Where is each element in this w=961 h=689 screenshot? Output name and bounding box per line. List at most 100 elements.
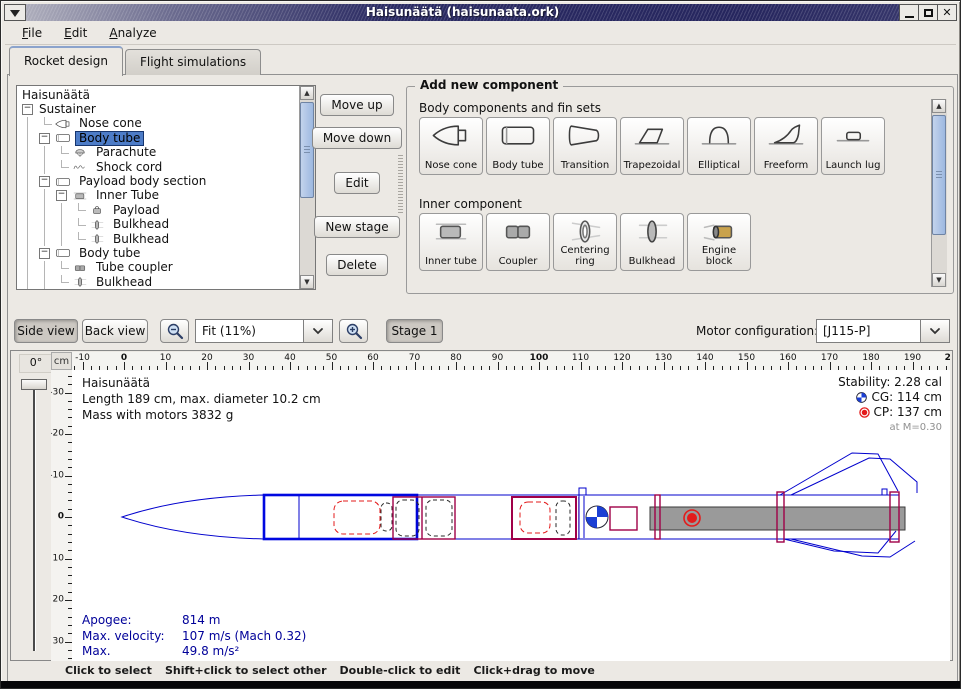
splitter-handle[interactable] (398, 155, 403, 215)
tree-item-haisunäätä[interactable]: Haisunäätä (19, 88, 298, 102)
ruler-label: 70 (409, 353, 420, 363)
add-body-tube-button[interactable]: Body tube (486, 117, 550, 175)
component-scrollbar-thumb[interactable] (932, 115, 946, 235)
delete-button[interactable]: Delete (326, 254, 387, 276)
back-view-button[interactable]: Back view (82, 319, 148, 343)
new-stage-button[interactable]: New stage (314, 216, 399, 238)
stage-1-toggle[interactable]: Stage 1 (386, 319, 443, 343)
component-panel-scrollbar[interactable]: ▲ ▼ (931, 99, 947, 287)
inner-component-label: Inner component (419, 197, 522, 211)
magnifier-minus-icon (166, 322, 184, 340)
add-engine-block-button[interactable]: Engine block (687, 213, 751, 271)
tree-item-sustainer[interactable]: −Sustainer (19, 102, 298, 116)
tree-item-parachute[interactable]: Parachute (19, 146, 298, 160)
tab-rocket-design[interactable]: Rocket design (9, 46, 123, 76)
ruler-label: 30 (243, 353, 254, 363)
tree-expander[interactable]: − (19, 102, 36, 116)
move-down-button[interactable]: Move down (312, 127, 402, 149)
edit-button[interactable]: Edit (334, 172, 379, 194)
window-menu-icon[interactable] (4, 4, 26, 21)
zoom-level-combobox[interactable]: Fit (11%) (195, 319, 333, 343)
tree-item-payload-body-section[interactable]: −Payload body section (19, 174, 298, 188)
body-component-buttons: Nose coneBody tube Transition TrapezoidalE… (419, 117, 885, 175)
tree-guide-line (19, 117, 36, 131)
scroll-up-icon[interactable]: ▲ (932, 99, 946, 113)
minimize-button[interactable] (900, 5, 919, 20)
combo-arrow[interactable] (920, 319, 950, 343)
close-button[interactable]: ✕ (938, 5, 956, 20)
add-transition-button[interactable]: Transition (553, 117, 617, 175)
tree-item-shock-cord[interactable]: Shock cord (19, 160, 298, 174)
component-button-label: Freeform (764, 161, 809, 172)
window-controls: ✕ (899, 4, 957, 21)
title-bar[interactable]: Haisunäätä (haisunaata.ork) ✕ (4, 4, 957, 21)
magnifier-plus-icon (345, 322, 363, 340)
tree-item-body-tube[interactable]: −Body tube (19, 131, 298, 145)
menu-file[interactable]: File (11, 24, 53, 42)
component-button-label: Launch lug (826, 161, 881, 172)
tree-item-label: Payload (110, 204, 163, 217)
motor-configuration-combobox[interactable]: [J115-P] (816, 319, 950, 343)
tree-expander[interactable]: − (36, 174, 53, 188)
component-button-label: Inner tube (425, 257, 477, 268)
bulkhead-icon (88, 219, 106, 231)
flight-stat-row: Max. acceleration:49.8 m/s² (82, 644, 306, 661)
tree-scrollbar-thumb[interactable] (300, 102, 314, 198)
zoom-in-button[interactable] (339, 319, 368, 343)
add-nose-cone-button[interactable]: Nose cone (419, 117, 483, 175)
add-bulkhead-button[interactable]: Bulkhead (620, 213, 684, 271)
shockcord-icon (71, 161, 89, 173)
flight-stat-label: Max. acceleration: (82, 644, 182, 661)
combo-arrow[interactable] (303, 319, 333, 343)
tab-flight-simulations[interactable]: Flight simulations (125, 49, 261, 75)
tree-item-nose-cone[interactable]: Nose cone (19, 117, 298, 131)
tree-scrollbar[interactable]: ▲ ▼ (299, 86, 315, 289)
tree-item-bulkhead[interactable]: Bulkhead (19, 275, 298, 289)
add-centering-ring-button[interactable]: Centering ring (553, 213, 617, 271)
tree-expander[interactable]: − (36, 131, 53, 145)
openrocket-window: Haisunäätä (haisunaata.ork) ✕ FileEditAn… (0, 0, 961, 689)
add-elliptical-button[interactable]: Elliptical (687, 117, 751, 175)
tree-item-tube-coupler[interactable]: Tube coupler (19, 261, 298, 275)
scroll-up-icon[interactable]: ▲ (300, 86, 314, 100)
stability-info-block: Stability: 2.28 cal CG: 114 cm CP: 137 c… (838, 375, 942, 435)
component-button-label: Transition (561, 161, 609, 172)
menu-analyze[interactable]: Analyze (98, 24, 167, 42)
tree-item-payload[interactable]: Payload (19, 203, 298, 217)
rocket-dimensions: Length 189 cm, max. diameter 10.2 cm (82, 391, 321, 407)
tree-connector (36, 117, 53, 131)
tree-item-body-tube[interactable]: −Body tube (19, 246, 298, 260)
side-view-button[interactable]: Side view (14, 319, 78, 343)
ruler-label: 90 (492, 353, 503, 363)
tree-guide-line (19, 189, 36, 203)
tree-item-inner-tube[interactable]: − Inner Tube (19, 189, 298, 203)
zoom-out-button[interactable] (160, 319, 189, 343)
tree-item-label: Sustainer (36, 103, 99, 116)
flight-stat-value: 107 m/s (Mach 0.32) (182, 629, 306, 645)
ruler-label: 10 (53, 553, 64, 563)
tree-item-bulkhead[interactable]: Bulkhead (19, 218, 298, 232)
bulkhead-icon (71, 276, 89, 288)
slider-handle[interactable] (21, 379, 47, 390)
launchlug-icon (832, 121, 874, 150)
tree-expander[interactable]: − (53, 189, 70, 203)
add-inner-tube-button[interactable]: Inner tube (419, 213, 483, 271)
add-freeform-button[interactable]: Freeform (754, 117, 818, 175)
tree-expander[interactable]: − (36, 246, 53, 260)
add-launch-lug-button[interactable]: Launch lug (821, 117, 885, 175)
tree-item-bulkhead[interactable]: Bulkhead (19, 232, 298, 246)
scroll-grip-icon (304, 146, 310, 153)
tree-connector (53, 261, 70, 275)
scroll-down-icon[interactable]: ▼ (932, 273, 946, 287)
menu-edit[interactable]: Edit (53, 24, 98, 42)
add-coupler-button[interactable]: Coupler (486, 213, 550, 271)
rotation-slider[interactable] (17, 377, 51, 655)
ruler-label: -20 (51, 429, 64, 439)
rocket-canvas[interactable]: Haisunäätä Length 189 cm, max. diameter … (72, 370, 950, 661)
maximize-button[interactable] (919, 5, 938, 20)
scroll-down-icon[interactable]: ▼ (300, 275, 314, 289)
tree-item-label: Bulkhead (110, 218, 172, 231)
move-up-button[interactable]: Move up (320, 94, 393, 116)
tree-item-label: Inner Tube (93, 189, 162, 202)
add-trapezoidal-button[interactable]: Trapezoidal (620, 117, 684, 175)
